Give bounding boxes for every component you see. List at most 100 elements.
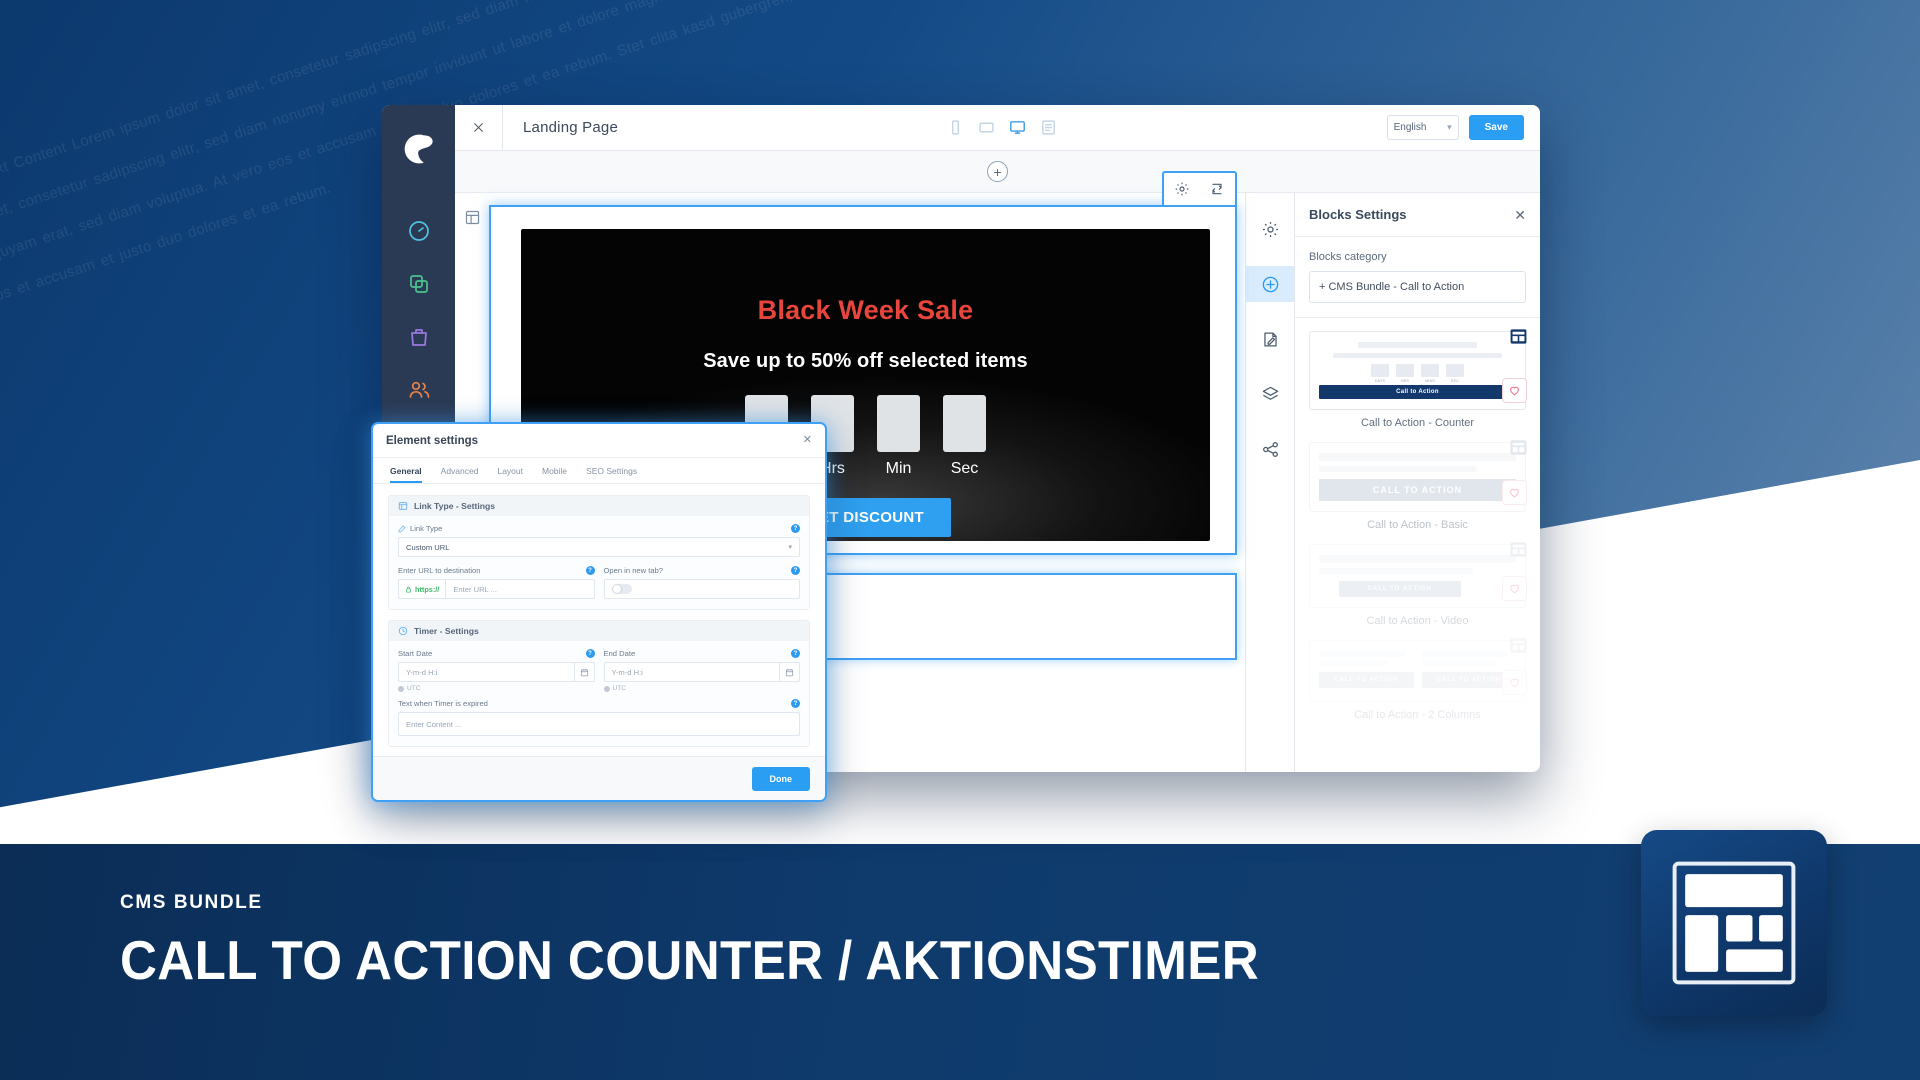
timezone-dot-icon [603,685,610,692]
mobile-icon[interactable] [947,119,964,136]
end-date-timezone-label: UTC [612,685,627,692]
modal-body: Link Type - Settings Link Type ? Custom … [373,484,825,756]
block-preview: CALL TO ACTION [1309,440,1527,512]
url-label-row: Enter URL to destination ? [398,566,595,575]
tab-general[interactable]: General [390,466,422,483]
newtab-label-row: Open in new tab? ? [603,566,800,575]
tab-advanced[interactable]: Advanced [441,466,479,483]
close-icon [474,123,483,132]
end-date-calendar-button[interactable] [779,662,800,682]
save-button[interactable]: Save [1468,115,1524,140]
sidebar-item-dashboard[interactable] [406,218,432,244]
language-select[interactable]: English ▾ [1386,115,1459,140]
tool-settings[interactable] [1246,211,1295,247]
link-type-card-header: Link Type - Settings [389,496,809,516]
help-icon[interactable]: ? [791,649,800,658]
sidebar-item-orders[interactable] [406,324,432,350]
block-badge-icon [1509,438,1528,457]
mini-counter-label: MINS [1425,379,1435,383]
help-icon[interactable]: ? [585,649,595,658]
tool-layers[interactable] [1246,376,1295,412]
block-cta-preview: CALL TO ACTION [1319,672,1414,688]
heart-icon [1510,678,1519,688]
favorite-button[interactable] [1502,480,1527,505]
favorite-button[interactable] [1502,378,1527,403]
language-select-value: English [1393,122,1427,133]
blocks-category-select[interactable]: + CMS Bundle - Call to Action [1309,271,1526,303]
element-settings-modal: Element settings ✕ General Advanced Layo… [371,422,827,802]
link-type-label-row: Link Type ? [398,524,800,533]
sidebar-item-customers[interactable] [406,377,432,403]
end-date-timezone: UTC [603,685,801,692]
gear-icon [1262,221,1278,237]
promo-subtitle: Save up to 50% off selected items [703,350,1028,372]
topbar-actions: English ▾ Save [1386,115,1540,140]
tool-blocks[interactable] [1245,266,1295,302]
start-date-input[interactable]: Y-m-d H:i [398,662,574,682]
blocks-panel-title: Blocks Settings [1309,207,1407,222]
newtab-label: Open in new tab? [603,566,664,575]
close-editor-button[interactable] [455,105,503,150]
add-section-strip: + [455,151,1540,193]
duplicate-icon[interactable] [1209,181,1225,197]
shopware-logo-icon[interactable] [399,129,439,169]
link-type-card-title: Link Type - Settings [414,501,496,511]
timer-card-body: Start Date ? Y-m-d H:i UTC End Date ? Y-… [389,641,809,746]
cms-bundle-logo-badge [1641,830,1827,1016]
tool-share[interactable] [1246,431,1295,467]
blocks-category-value: + CMS Bundle - Call to Action [1319,281,1465,293]
timer-date-row: Start Date ? Y-m-d H:i UTC End Date ? Y-… [398,649,800,692]
gear-icon[interactable] [1174,181,1190,197]
end-date-label: End Date [603,649,636,658]
modal-tabs: General Advanced Layout Mobile SEO Setti… [373,458,825,484]
help-icon[interactable]: ? [791,699,800,708]
block-preview: CALL TO ACTION CALL TO ACTION [1309,638,1527,702]
modal-title: Element settings [386,434,479,447]
desktop-icon[interactable] [1009,119,1026,136]
done-button[interactable]: Done [751,766,810,791]
end-date-input[interactable]: Y-m-d H:i [603,662,779,682]
footer-caption: CMS BUNDLE CALL TO ACTION COUNTER / AKTI… [120,892,1345,992]
help-icon[interactable]: ? [791,566,800,575]
start-date-calendar-button[interactable] [573,662,595,682]
tab-seo-settings[interactable]: SEO Settings [586,466,637,483]
start-date-label: Start Date [398,649,433,658]
link-type-select[interactable]: Custom URL ▾ [398,537,800,557]
section-layout-icon[interactable] [464,209,481,226]
blocks-list[interactable]: DAYS HRS MINS SEC Call to Action Call to… [1295,318,1540,772]
block-card[interactable]: CALL TO ACTION CALL TO ACTION Call to Ac… [1309,638,1527,721]
expired-text-input[interactable]: Enter Content ... [398,712,800,736]
help-icon[interactable]: ? [585,566,595,575]
list-view-icon[interactable] [1040,119,1057,136]
block-cta-preview: CALL TO ACTION [1338,581,1461,597]
tab-layout[interactable]: Layout [497,466,523,483]
calendar-icon [580,668,588,676]
newtab-toggle-cell [603,579,800,599]
tablet-icon[interactable] [978,119,995,136]
counter-unit: Min [877,395,920,478]
block-card[interactable]: CALL TO ACTION Call to Action - Video [1309,542,1527,627]
open-in-new-tab-toggle[interactable] [611,584,632,594]
modal-header: Element settings ✕ [373,424,825,458]
end-date-input-group: Y-m-d H:i [603,662,800,682]
plus-circle-icon[interactable]: + [987,161,1008,182]
blocks-category-label: Blocks category [1309,251,1387,263]
url-prefix-text: https:// [415,584,440,594]
close-icon[interactable]: ✕ [803,435,812,446]
favorite-button[interactable] [1502,670,1527,695]
plus-circle-icon [1262,276,1278,292]
expired-text-label-row: Text when Timer is expired ? [398,699,800,708]
url-input[interactable]: Enter URL ... [445,579,595,599]
block-name: Call to Action - Counter [1360,417,1475,429]
tool-elements[interactable] [1246,321,1295,357]
help-icon[interactable]: ? [791,524,800,533]
timezone-dot-icon [398,685,404,692]
favorite-button[interactable] [1502,576,1527,601]
tab-mobile[interactable]: Mobile [542,466,567,483]
heart-icon [1510,584,1519,594]
block-card[interactable]: CALL TO ACTION Call to Action - Basic [1309,440,1527,531]
block-card[interactable]: DAYS HRS MINS SEC Call to Action Call to… [1309,329,1527,429]
sidebar-item-catalogues[interactable] [406,271,432,297]
close-icon[interactable]: ✕ [1514,208,1526,222]
mini-counter-label: SEC [1451,379,1459,383]
